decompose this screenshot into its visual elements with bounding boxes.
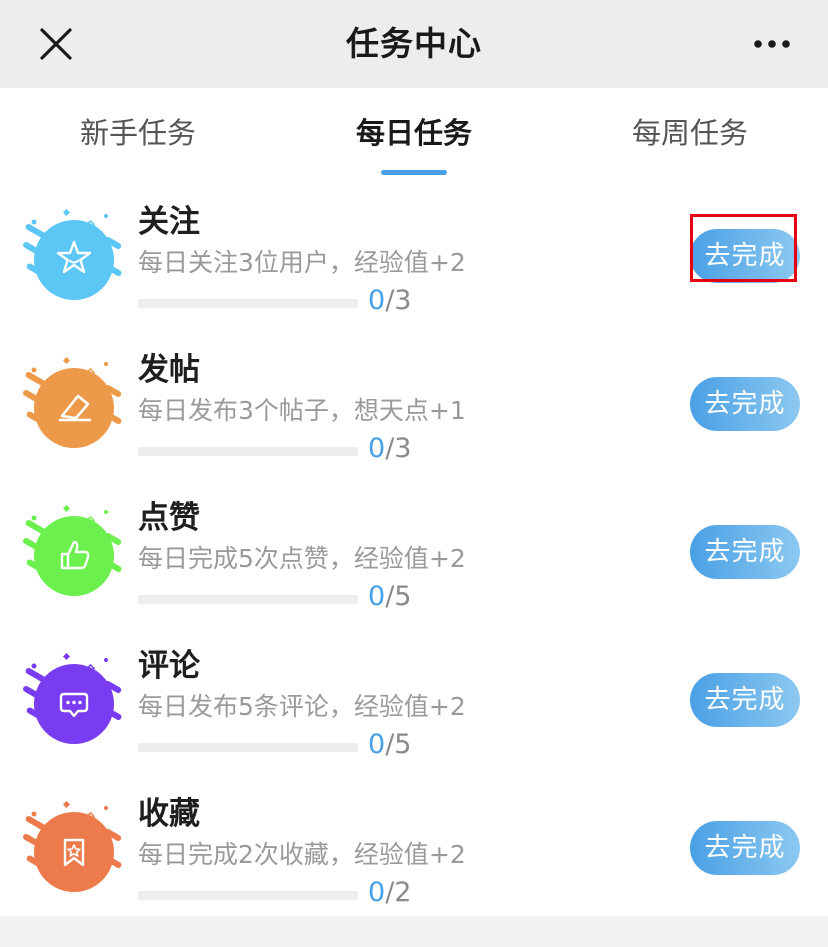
task-desc: 每日发布3个帖子，想天点+1 — [138, 396, 466, 425]
close-icon[interactable] — [36, 24, 76, 64]
tab-daily[interactable]: 每日任务 — [334, 110, 494, 156]
task-content: 新手任务 每日任务 每周任务 关注 每日关注3位用户，经验值+2 0/3 去完成… — [0, 88, 828, 916]
tab-newbie[interactable]: 新手任务 — [58, 110, 218, 156]
progress-count: 0/5 — [368, 729, 411, 761]
progress-current: 0 — [368, 877, 386, 908]
task-desc: 每日完成2次收藏，经验值+2 — [138, 840, 466, 869]
page-title: 任务中心 — [346, 24, 482, 63]
progress-total: /2 — [385, 877, 412, 908]
bookmark-icon — [22, 798, 126, 898]
active-tab-indicator — [381, 170, 447, 175]
progress-total: /5 — [385, 729, 412, 760]
thumbs-up-icon — [22, 502, 126, 602]
progress-current: 0 — [368, 285, 386, 316]
progress-bar — [138, 447, 358, 456]
task-row-follow: 关注 每日关注3位用户，经验值+2 0/3 去完成 — [0, 182, 828, 330]
tab-weekly[interactable]: 每周任务 — [610, 110, 770, 156]
star-icon — [22, 206, 126, 306]
progress-count: 0/2 — [368, 877, 411, 909]
progress-total: /3 — [385, 433, 412, 464]
progress-current: 0 — [368, 433, 386, 464]
progress-bar — [138, 891, 358, 900]
progress-total: /3 — [385, 285, 412, 316]
eraser-icon — [22, 354, 126, 454]
progress-total: /5 — [385, 581, 412, 612]
task-name: 评论 — [138, 648, 200, 684]
progress-count: 0/3 — [368, 433, 411, 465]
task-row-favorite: 收藏 每日完成2次收藏，经验值+2 0/2 去完成 — [0, 774, 828, 922]
progress-current: 0 — [368, 729, 386, 760]
progress-bar — [138, 299, 358, 308]
task-name: 点赞 — [138, 500, 200, 536]
more-icon[interactable] — [748, 24, 796, 64]
task-desc: 每日关注3位用户，经验值+2 — [138, 248, 466, 277]
go-complete-button[interactable]: 去完成 — [690, 673, 800, 727]
task-row-comment: 评论 每日发布5条评论，经验值+2 0/5 去完成 — [0, 626, 828, 774]
go-complete-button[interactable]: 去完成 — [690, 525, 800, 579]
go-complete-button[interactable]: 去完成 — [690, 821, 800, 875]
go-complete-button[interactable]: 去完成 — [690, 229, 800, 283]
progress-count: 0/3 — [368, 285, 411, 317]
progress-bar — [138, 743, 358, 752]
go-complete-button[interactable]: 去完成 — [690, 377, 800, 431]
task-row-post: 发帖 每日发布3个帖子，想天点+1 0/3 去完成 — [0, 330, 828, 478]
task-name: 收藏 — [138, 796, 200, 832]
progress-current: 0 — [368, 581, 386, 612]
task-name: 关注 — [138, 204, 200, 240]
task-desc: 每日完成5次点赞，经验值+2 — [138, 544, 466, 573]
task-row-like: 点赞 每日完成5次点赞，经验值+2 0/5 去完成 — [0, 478, 828, 626]
progress-bar — [138, 595, 358, 604]
header-bar: 任务中心 — [0, 0, 828, 88]
task-name: 发帖 — [138, 352, 200, 388]
task-desc: 每日发布5条评论，经验值+2 — [138, 692, 466, 721]
comment-icon — [22, 650, 126, 750]
progress-count: 0/5 — [368, 581, 411, 613]
